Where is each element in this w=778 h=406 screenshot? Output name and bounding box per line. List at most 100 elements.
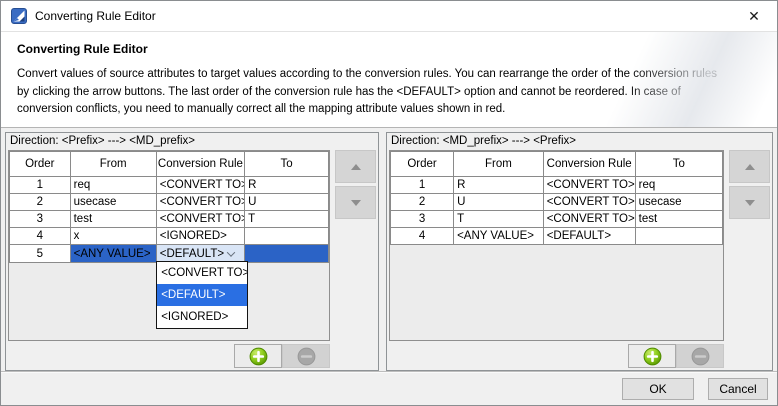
- dropdown-option-default[interactable]: <DEFAULT>: [157, 284, 247, 306]
- table-row-selected: 5 <ANY VALUE> <DEFAULT>: [10, 245, 329, 263]
- cell-from[interactable]: req: [70, 177, 156, 194]
- close-button[interactable]: ✕: [731, 1, 777, 31]
- right-table-actions: [389, 341, 724, 368]
- arrow-up-icon: [351, 164, 361, 170]
- cell-order[interactable]: 4: [391, 228, 454, 245]
- cancel-button[interactable]: Cancel: [708, 378, 768, 400]
- table-row: 3 T <CONVERT TO> test: [391, 211, 723, 228]
- dropdown-option-convert-to[interactable]: <CONVERT TO>: [157, 262, 247, 284]
- arrow-up-icon: [745, 164, 755, 170]
- cell-rule[interactable]: <DEFAULT>: [543, 228, 635, 245]
- table-row: 1 R <CONVERT TO> req: [391, 177, 723, 194]
- cell-order[interactable]: 3: [10, 211, 71, 228]
- remove-rule-button[interactable]: [676, 344, 724, 368]
- move-up-button[interactable]: [335, 150, 376, 183]
- table-header-row: Order From Conversion Rule To: [10, 152, 329, 177]
- remove-rule-button[interactable]: [282, 344, 330, 368]
- cell-order[interactable]: 3: [391, 211, 454, 228]
- arrow-down-icon: [351, 200, 361, 206]
- minus-icon: [691, 347, 710, 366]
- column-header-from: From: [454, 152, 544, 177]
- description-line: Convert values of source attributes to t…: [17, 66, 761, 84]
- dialog-description: Convert values of source attributes to t…: [17, 66, 761, 119]
- cell-from[interactable]: usecase: [70, 194, 156, 211]
- cell-to[interactable]: usecase: [635, 194, 722, 211]
- cell-to[interactable]: [245, 228, 329, 245]
- right-table-scrollpane[interactable]: Order From Conversion Rule To 1 R: [389, 150, 724, 341]
- cell-rule[interactable]: <CONVERT TO>: [156, 194, 244, 211]
- cell-rule[interactable]: <CONVERT TO>: [543, 177, 635, 194]
- cell-to[interactable]: R: [245, 177, 329, 194]
- arrow-down-icon: [745, 200, 755, 206]
- cell-order[interactable]: 4: [10, 228, 71, 245]
- cell-rule[interactable]: <CONVERT TO>: [543, 194, 635, 211]
- left-direction-panel: Direction: <Prefix> ---> <MD_prefix> Ord…: [5, 132, 379, 371]
- table-header-row: Order From Conversion Rule To: [391, 152, 723, 177]
- magicdraw-app-icon: [11, 8, 27, 24]
- page-title: Converting Rule Editor: [17, 42, 761, 56]
- dropdown-option-ignored[interactable]: <IGNORED>: [157, 306, 247, 328]
- close-icon: ✕: [748, 8, 760, 25]
- column-header-order: Order: [10, 152, 71, 177]
- cell-order[interactable]: 5: [10, 245, 71, 263]
- cell-rule[interactable]: <CONVERT TO>: [543, 211, 635, 228]
- cell-to[interactable]: [245, 245, 329, 263]
- table-row: 3 test <CONVERT TO> T: [10, 211, 329, 228]
- left-conversion-table: Order From Conversion Rule To 1 req: [9, 151, 329, 263]
- converting-rule-editor-dialog: Converting Rule Editor ✕ Converting Rule…: [0, 0, 778, 406]
- cell-order[interactable]: 2: [10, 194, 71, 211]
- cell-from[interactable]: x: [70, 228, 156, 245]
- add-rule-button[interactable]: [628, 344, 676, 368]
- plus-icon: [643, 347, 662, 366]
- table-row: 4 x <IGNORED>: [10, 228, 329, 245]
- column-header-to: To: [635, 152, 722, 177]
- cell-rule[interactable]: <CONVERT TO>: [156, 177, 244, 194]
- cell-from[interactable]: U: [454, 194, 544, 211]
- content-area: Direction: <Prefix> ---> <MD_prefix> Ord…: [1, 128, 777, 371]
- move-up-button[interactable]: [729, 150, 770, 183]
- title-bar: Converting Rule Editor ✕: [1, 1, 777, 32]
- left-direction-label: Direction: <Prefix> ---> <MD_prefix>: [8, 133, 376, 150]
- cell-rule[interactable]: <CONVERT TO>: [156, 211, 244, 228]
- description-line: conversion conflicts, you need to manual…: [17, 101, 761, 119]
- table-row: 1 req <CONVERT TO> R: [10, 177, 329, 194]
- column-header-from: From: [70, 152, 156, 177]
- cell-from[interactable]: <ANY VALUE>: [70, 245, 156, 263]
- dialog-header: Converting Rule Editor Convert values of…: [1, 32, 777, 128]
- cell-to[interactable]: req: [635, 177, 722, 194]
- cell-order[interactable]: 1: [10, 177, 71, 194]
- cell-to[interactable]: T: [245, 211, 329, 228]
- description-line: by clicking the arrow buttons. The last …: [17, 84, 761, 102]
- conversion-rule-combobox[interactable]: <DEFAULT>: [156, 245, 244, 263]
- dialog-footer: OK Cancel: [1, 371, 777, 405]
- combobox-value: <DEFAULT>: [160, 248, 224, 260]
- cell-to[interactable]: U: [245, 194, 329, 211]
- cell-order[interactable]: 2: [391, 194, 454, 211]
- table-row: 4 <ANY VALUE> <DEFAULT>: [391, 228, 723, 245]
- cell-from[interactable]: R: [454, 177, 544, 194]
- cell-from[interactable]: <ANY VALUE>: [454, 228, 544, 245]
- right-conversion-table: Order From Conversion Rule To 1 R: [390, 151, 723, 245]
- add-rule-button[interactable]: [234, 344, 282, 368]
- right-direction-panel: Direction: <MD_prefix> ---> <Prefix> Ord…: [386, 132, 773, 371]
- right-direction-label: Direction: <MD_prefix> ---> <Prefix>: [389, 133, 770, 150]
- column-header-rule: Conversion Rule: [156, 152, 244, 177]
- cell-to[interactable]: test: [635, 211, 722, 228]
- left-table-scrollpane[interactable]: Order From Conversion Rule To 1 req: [8, 150, 330, 341]
- column-header-to: To: [245, 152, 329, 177]
- right-reorder-buttons: [724, 150, 770, 368]
- conversion-rule-dropdown-list: <CONVERT TO> <DEFAULT> <IGNORED>: [156, 261, 248, 329]
- cell-from[interactable]: T: [454, 211, 544, 228]
- move-down-button[interactable]: [729, 186, 770, 219]
- plus-icon: [249, 347, 268, 366]
- ok-button[interactable]: OK: [622, 378, 694, 400]
- minus-icon: [297, 347, 316, 366]
- column-header-rule: Conversion Rule: [543, 152, 635, 177]
- cell-rule[interactable]: <IGNORED>: [156, 228, 244, 245]
- cell-to[interactable]: [635, 228, 722, 245]
- table-row: 2 U <CONVERT TO> usecase: [391, 194, 723, 211]
- move-down-button[interactable]: [335, 186, 376, 219]
- cell-from[interactable]: test: [70, 211, 156, 228]
- cell-order[interactable]: 1: [391, 177, 454, 194]
- chevron-down-icon: [227, 248, 235, 256]
